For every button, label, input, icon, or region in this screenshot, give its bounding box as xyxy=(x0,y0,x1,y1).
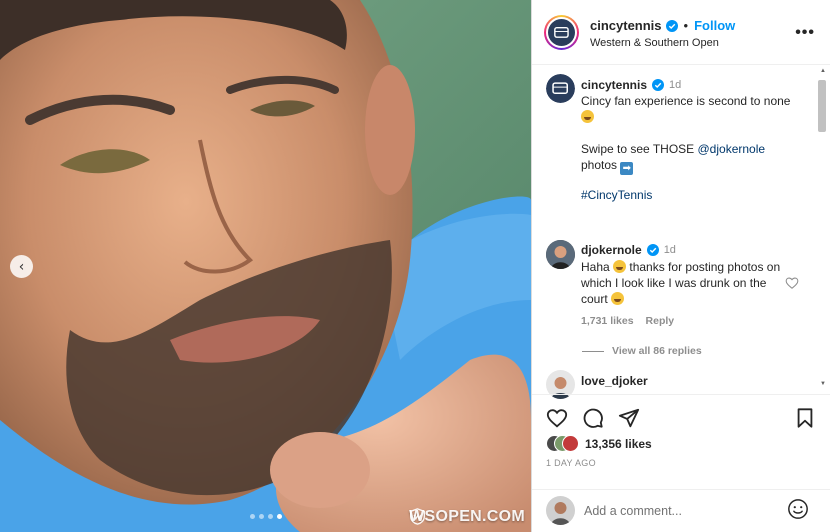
mention-link[interactable]: @djokernole xyxy=(698,142,766,156)
post-side-panel: cincytennis • Follow Western & Southern … xyxy=(531,0,830,532)
comment-likes[interactable]: 1,731 likes xyxy=(581,315,634,327)
caption-text: Cincy fan experience is second to none S… xyxy=(581,93,811,175)
scroll-up-arrow-icon[interactable]: ▲ xyxy=(820,68,826,74)
carousel-dot xyxy=(259,514,264,519)
watermark: WSOPEN.COM xyxy=(409,508,525,526)
laughing-emoji-icon xyxy=(611,292,625,305)
post-photo[interactable]: ‹ WSOPEN.COM xyxy=(0,0,531,532)
verified-badge-icon xyxy=(665,19,678,32)
emoji-smile-icon[interactable] xyxy=(787,498,809,520)
comment-text-part: Haha xyxy=(581,260,614,274)
comment-username[interactable]: love_djoker xyxy=(581,374,648,388)
verified-badge-icon xyxy=(652,79,665,91)
comments-scrollbar-thumb[interactable] xyxy=(818,80,826,132)
add-comment-bar xyxy=(532,489,830,532)
carousel-dot xyxy=(268,514,273,519)
add-comment-input[interactable] xyxy=(584,501,774,521)
save-bookmark-icon[interactable] xyxy=(794,407,816,429)
carousel-dot xyxy=(250,514,255,519)
chevron-left-icon: ‹ xyxy=(18,258,25,275)
view-replies-button[interactable]: View all 86 replies xyxy=(582,345,702,357)
caption-line-2: Swipe to see THOSE xyxy=(581,142,698,156)
reply-button[interactable]: Reply xyxy=(646,315,675,327)
comment-username[interactable]: djokernole xyxy=(581,243,642,257)
comment-meta: 1,731 likes Reply xyxy=(581,315,674,327)
wsopen-logo-icon xyxy=(410,508,426,525)
comment-avatar[interactable] xyxy=(546,240,575,269)
share-paper-plane-icon[interactable] xyxy=(618,407,640,429)
grin-emoji-icon xyxy=(581,110,594,123)
verified-badge-icon xyxy=(646,244,659,256)
hashtag-link[interactable]: #CincyTennis xyxy=(581,188,652,202)
right-arrow-emoji-icon: ➡ xyxy=(620,162,634,175)
comment-user-line: djokernole 1d xyxy=(581,243,676,257)
post-location[interactable]: Western & Southern Open xyxy=(590,37,719,49)
caption-user-line: cincytennis 1d xyxy=(581,78,681,92)
view-replies-label: View all 86 replies xyxy=(612,345,702,357)
cincy-tennis-logo-icon xyxy=(548,19,575,46)
like-comment-heart-icon[interactable] xyxy=(785,276,799,290)
laughing-emoji-icon xyxy=(613,260,627,273)
liker-avatar xyxy=(562,435,579,452)
header-username[interactable]: cincytennis xyxy=(590,18,662,33)
comment-text: Haha thanks for posting photos on which … xyxy=(581,259,781,307)
like-heart-icon[interactable] xyxy=(546,407,568,429)
caption-username[interactable]: cincytennis xyxy=(581,78,647,92)
carousel-dot-active xyxy=(277,514,282,519)
replies-divider xyxy=(582,350,604,352)
like-count[interactable]: 13,356 likes xyxy=(585,437,652,451)
watermark-text: WSOPEN.COM xyxy=(409,508,525,525)
caption-line-3: photos xyxy=(581,158,618,172)
account-avatar[interactable] xyxy=(544,15,579,50)
post-actions: 13,356 likes 1 DAY AGO xyxy=(532,394,830,489)
header-user-line: cincytennis • Follow xyxy=(590,18,735,33)
caption-avatar[interactable] xyxy=(546,74,575,103)
header-separator: • xyxy=(683,18,689,33)
current-user-avatar xyxy=(546,496,575,525)
comment-bubble-icon[interactable] xyxy=(582,407,604,429)
player-selfie-image xyxy=(0,0,531,532)
post-header: cincytennis • Follow Western & Southern … xyxy=(532,0,830,65)
likes-row: 13,356 likes xyxy=(546,435,652,452)
carousel-indicator xyxy=(250,514,282,519)
follow-button[interactable]: Follow xyxy=(694,18,735,33)
cincy-tennis-logo-icon xyxy=(546,74,575,103)
carousel-prev-button[interactable]: ‹ xyxy=(10,255,33,278)
caption-line-1: Cincy fan experience is second to none xyxy=(581,94,791,108)
caption-time[interactable]: 1d xyxy=(669,79,681,91)
liker-avatars xyxy=(546,435,579,452)
post-date[interactable]: 1 DAY AGO xyxy=(546,458,596,468)
comment-time[interactable]: 1d xyxy=(664,244,676,256)
scroll-down-arrow-icon[interactable]: ▼ xyxy=(820,381,826,387)
more-options-icon[interactable]: ••• xyxy=(795,24,815,42)
